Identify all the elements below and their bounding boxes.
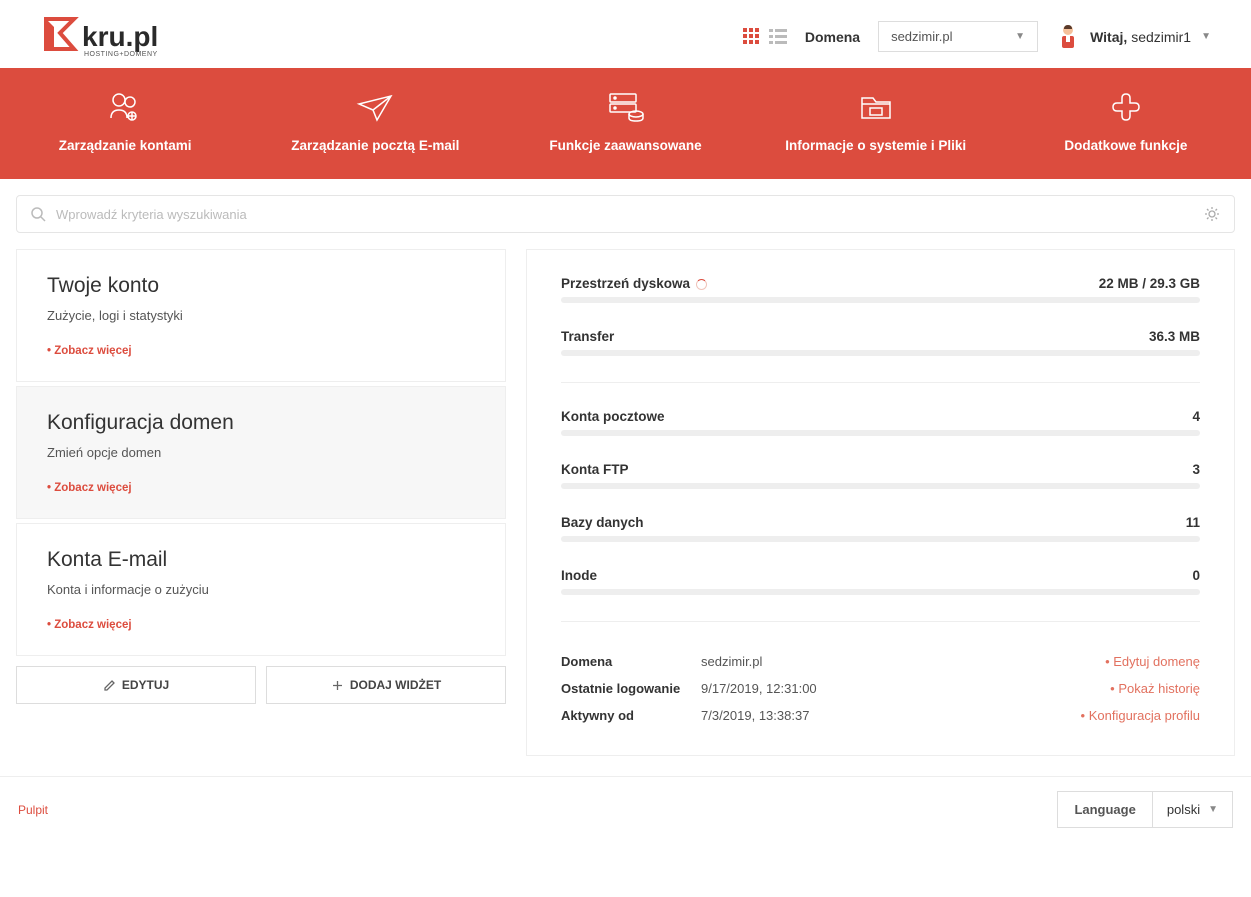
info-value: 7/3/2019, 13:38:37 (701, 708, 1081, 723)
nav-system[interactable]: Informacje o systemie i Pliki (751, 90, 1001, 153)
info-row: Aktywny od7/3/2019, 13:38:37Konfiguracja… (561, 702, 1200, 729)
stat-row: Przestrzeń dyskowa 22 MB / 29.3 GB (561, 276, 1200, 291)
stat-row: Inode 0 (561, 568, 1200, 583)
breadcrumb[interactable]: Pulpit (18, 803, 48, 817)
info-value: 9/17/2019, 12:31:00 (701, 681, 1110, 696)
info-label: Domena (561, 654, 701, 669)
nav-advanced[interactable]: Funkcje zaawansowane (500, 90, 750, 153)
plus-icon (1108, 90, 1144, 124)
stat-label: Transfer (561, 329, 614, 344)
progress-bar (561, 483, 1200, 489)
stat-row: Konta FTP 3 (561, 462, 1200, 477)
divider (561, 382, 1200, 383)
info-link[interactable]: Pokaż historię (1110, 681, 1200, 696)
card-domain-config: Konfiguracja domen Zmień opcje domen Zob… (16, 386, 506, 519)
edit-button[interactable]: EDYTUJ (16, 666, 256, 704)
progress-bar (561, 589, 1200, 595)
search-box (16, 195, 1235, 233)
info-label: Ostatnie logowanie (561, 681, 701, 696)
logo-icon (40, 15, 80, 55)
stat-label: Inode (561, 568, 597, 583)
info-label: Aktywny od (561, 708, 701, 723)
avatar-icon (1056, 22, 1080, 52)
see-more-link[interactable]: Zobacz więcej (47, 345, 132, 357)
stat-row: Transfer 36.3 MB (561, 329, 1200, 344)
chevron-down-icon: ▼ (1208, 804, 1218, 815)
server-icon (604, 90, 648, 124)
user-menu[interactable]: Witaj, sedzimir1 ▼ (1056, 22, 1211, 52)
stat-row: Bazy danych 11 (561, 515, 1200, 530)
domain-label: Domena (805, 29, 860, 45)
card-title: Konfiguracja domen (47, 411, 475, 435)
language-label: Language (1058, 792, 1152, 827)
stat-label: Konta FTP (561, 462, 629, 477)
logo-subtitle: HOSTING+DOMENY (84, 51, 158, 58)
card-account: Twoje konto Zużycie, logi i statystyki Z… (16, 249, 506, 382)
add-widget-button[interactable]: DODAJ WIDŻET (266, 666, 506, 704)
main-nav: Zarządzanie kontami Zarządzanie pocztą E… (0, 68, 1251, 179)
progress-bar (561, 350, 1200, 356)
stat-label: Przestrzeń dyskowa (561, 276, 707, 291)
progress-bar (561, 297, 1200, 303)
chevron-down-icon: ▼ (1015, 31, 1025, 42)
stat-value: 11 (1186, 515, 1200, 530)
stat-value: 22 MB / 29.3 GB (1099, 276, 1200, 291)
nav-label: Zarządzanie kontami (59, 138, 192, 153)
card-email: Konta E-mail Konta i informacje o zużyci… (16, 523, 506, 656)
gear-icon[interactable] (1204, 206, 1220, 222)
stat-label: Bazy danych (561, 515, 644, 530)
folder-icon (856, 90, 896, 124)
nav-label: Zarządzanie pocztą E-mail (291, 138, 459, 153)
welcome-text: Witaj, sedzimir1 (1090, 29, 1191, 45)
nav-email[interactable]: Zarządzanie pocztą E-mail (250, 90, 500, 153)
stat-value: 36.3 MB (1149, 329, 1200, 344)
nav-label: Informacje o systemie i Pliki (785, 138, 966, 153)
progress-bar (561, 536, 1200, 542)
stat-row: Konta pocztowe 4 (561, 409, 1200, 424)
language-value[interactable]: polski ▼ (1153, 792, 1232, 827)
logo[interactable]: kru.pl HOSTING+DOMENY (40, 15, 158, 58)
search-input[interactable] (56, 207, 1194, 222)
nav-label: Dodatkowe funkcje (1064, 138, 1187, 153)
info-row: Ostatnie logowanie9/17/2019, 12:31:00Pok… (561, 675, 1200, 702)
stat-value: 4 (1192, 409, 1200, 424)
pencil-icon (103, 679, 116, 692)
info-row: Domenasedzimir.plEdytuj domenę (561, 648, 1200, 675)
info-link[interactable]: Konfiguracja profilu (1081, 708, 1200, 723)
grid-view-icon[interactable] (743, 28, 761, 46)
card-title: Twoje konto (47, 274, 475, 298)
info-link[interactable]: Edytuj domenę (1105, 654, 1200, 669)
stat-label: Konta pocztowe (561, 409, 665, 424)
search-icon (31, 207, 46, 222)
stats-panel: Przestrzeń dyskowa 22 MB / 29.3 GB Transfe… (526, 249, 1235, 756)
divider (561, 621, 1200, 622)
see-more-link[interactable]: Zobacz więcej (47, 619, 132, 631)
plus-icon (331, 679, 344, 692)
info-value: sedzimir.pl (701, 654, 1105, 669)
card-title: Konta E-mail (47, 548, 475, 572)
chevron-down-icon: ▼ (1201, 31, 1211, 42)
stat-value: 0 (1192, 568, 1200, 583)
domain-value: sedzimir.pl (891, 29, 952, 44)
logo-text: kru.pl (82, 21, 158, 53)
stat-value: 3 (1192, 462, 1200, 477)
nav-extra[interactable]: Dodatkowe funkcje (1001, 90, 1251, 153)
nav-label: Funkcje zaawansowane (549, 138, 701, 153)
card-desc: Zużycie, logi i statystyki (47, 308, 475, 323)
spinner-icon (696, 279, 707, 290)
card-desc: Konta i informacje o zużyciu (47, 582, 475, 597)
see-more-link[interactable]: Zobacz więcej (47, 482, 132, 494)
paper-plane-icon (355, 90, 395, 124)
users-icon (105, 90, 145, 124)
language-selector: Language polski ▼ (1057, 791, 1233, 828)
card-desc: Zmień opcje domen (47, 445, 475, 460)
domain-select[interactable]: sedzimir.pl ▼ (878, 21, 1038, 52)
list-view-icon[interactable] (769, 28, 787, 46)
nav-accounts[interactable]: Zarządzanie kontami (0, 90, 250, 153)
progress-bar (561, 430, 1200, 436)
